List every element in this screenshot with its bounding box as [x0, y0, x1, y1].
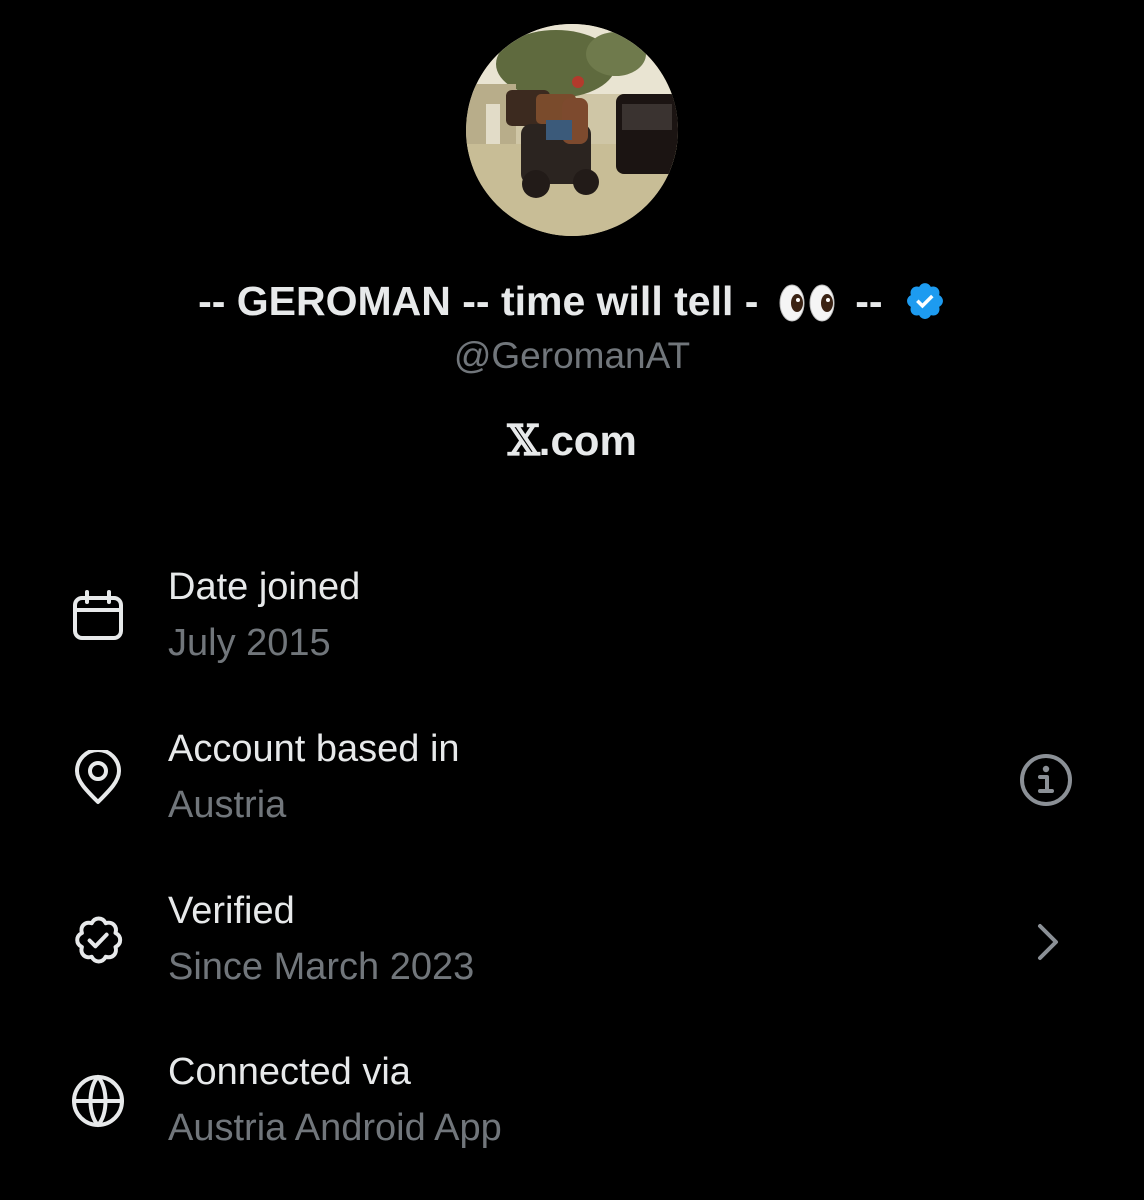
- site-domain: .com: [538, 417, 637, 464]
- verified-badge-icon[interactable]: [904, 280, 946, 322]
- display-name: -- GEROMAN -- time will tell - --: [0, 270, 1144, 329]
- display-name-suffix: --: [855, 278, 883, 325]
- location-pin-icon: [70, 748, 126, 806]
- detail-value: July 2015: [168, 622, 331, 664]
- chevron-right-icon[interactable]: [1020, 914, 1076, 970]
- detail-row-verified[interactable]: Verified Since March 2023: [0, 884, 1144, 1004]
- detail-row-account-based-in: Account based in Austria: [0, 722, 1144, 842]
- eyes-emoji-icon: [778, 281, 836, 322]
- verified-badge-outline-icon: [70, 912, 126, 968]
- display-name-text: -- GEROMAN -- time will tell -: [198, 278, 759, 325]
- calendar-icon: [70, 588, 126, 644]
- user-handle: @GeromanAT: [453, 335, 691, 376]
- detail-label: Date joined: [168, 566, 361, 608]
- globe-icon: [70, 1073, 126, 1129]
- profile-avatar[interactable]: [466, 24, 678, 236]
- detail-label: Verified: [168, 890, 295, 932]
- x-logo-icon: 𝕏: [507, 416, 540, 465]
- detail-label: Connected via: [168, 1051, 411, 1093]
- detail-label: Account based in: [168, 728, 460, 770]
- detail-row-connected-via: Connected via Austria Android App: [0, 1045, 1144, 1165]
- avatar-photo: [466, 24, 678, 236]
- info-icon[interactable]: [1018, 752, 1074, 808]
- detail-row-date-joined: Date joined July 2015: [0, 560, 1144, 680]
- site-label: 𝕏.com: [0, 412, 1144, 470]
- detail-value: Austria Android App: [168, 1107, 502, 1149]
- detail-value: Since March 2023: [168, 946, 475, 988]
- detail-value: Austria: [168, 784, 287, 826]
